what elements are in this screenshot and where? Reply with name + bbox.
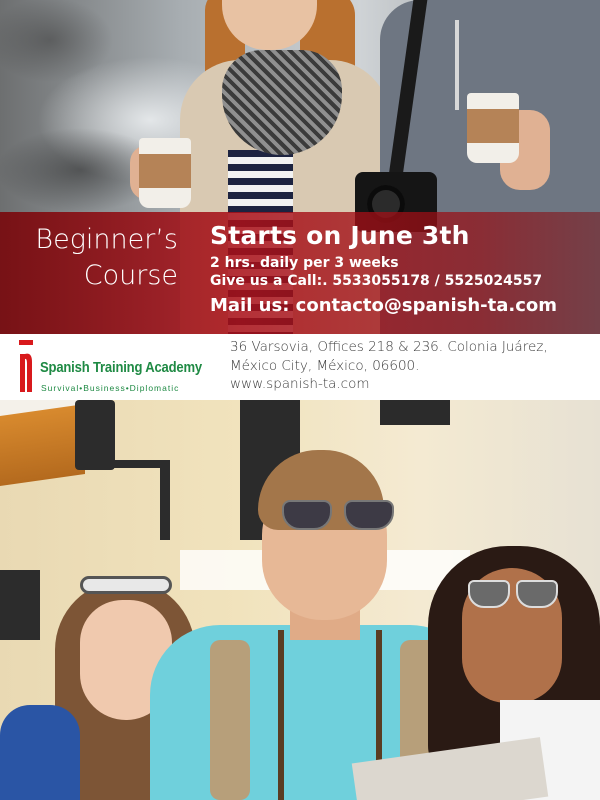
backpack-strap: [210, 640, 250, 800]
sunglasses-icon: [282, 500, 394, 530]
start-date: Starts on June 3th: [210, 221, 470, 250]
academy-address: 36 Varsovia, Offices 218 & 236. Colonia …: [230, 338, 595, 394]
academy-logo-mark-icon: [19, 340, 33, 392]
left-girl-top: [0, 705, 80, 800]
academy-info-strip: Spanish Training Academy Survival•Busine…: [0, 334, 600, 400]
building-window: [380, 400, 450, 425]
lamp-arm: [95, 460, 165, 468]
sunglasses-icon: [468, 580, 560, 608]
address-line1: 36 Varsovia, Offices 218 & 236. Colonia …: [230, 339, 548, 355]
course-details: Starts on June 3th 2 hrs. daily per 3 we…: [210, 218, 595, 320]
phone-numbers: Give us a Call:. 5533055178 / 5525024557: [210, 273, 543, 289]
hoodie-string: [455, 20, 459, 110]
awning: [0, 404, 85, 486]
course-title: Beginner’s Course: [0, 222, 178, 294]
coffee-cup-icon: [467, 93, 519, 163]
course-title-line1: Beginner’s: [35, 224, 178, 255]
course-banner: Beginner’s Course Starts on June 3th 2 h…: [0, 212, 600, 334]
academy-tagline: Survival•Business•Diplomatic: [41, 383, 180, 393]
lamp-post: [160, 460, 170, 540]
address-line2: México City, México, 06600.: [230, 357, 420, 374]
sunglasses-icon: [80, 576, 172, 594]
schedule-text: 2 hrs. daily per 3 weeks: [210, 255, 399, 271]
academy-logo: Spanish Training Academy Survival•Busine…: [16, 338, 208, 394]
email-contact: Mail us: contacto@spanish-ta.com: [210, 295, 558, 316]
camera-strap: [278, 630, 284, 800]
wall-bracket: [0, 570, 40, 640]
coffee-cup-icon: [139, 138, 191, 208]
academy-name: Spanish Training Academy: [40, 360, 202, 376]
bottom-photo-tourists: [0, 400, 600, 800]
website-link[interactable]: www.spanish-ta.com: [230, 375, 595, 394]
course-flyer: Beginner’s Course Starts on June 3th 2 h…: [0, 0, 600, 800]
course-title-line2: Course: [83, 260, 178, 291]
course-title-block: Beginner’s Course: [0, 212, 200, 334]
